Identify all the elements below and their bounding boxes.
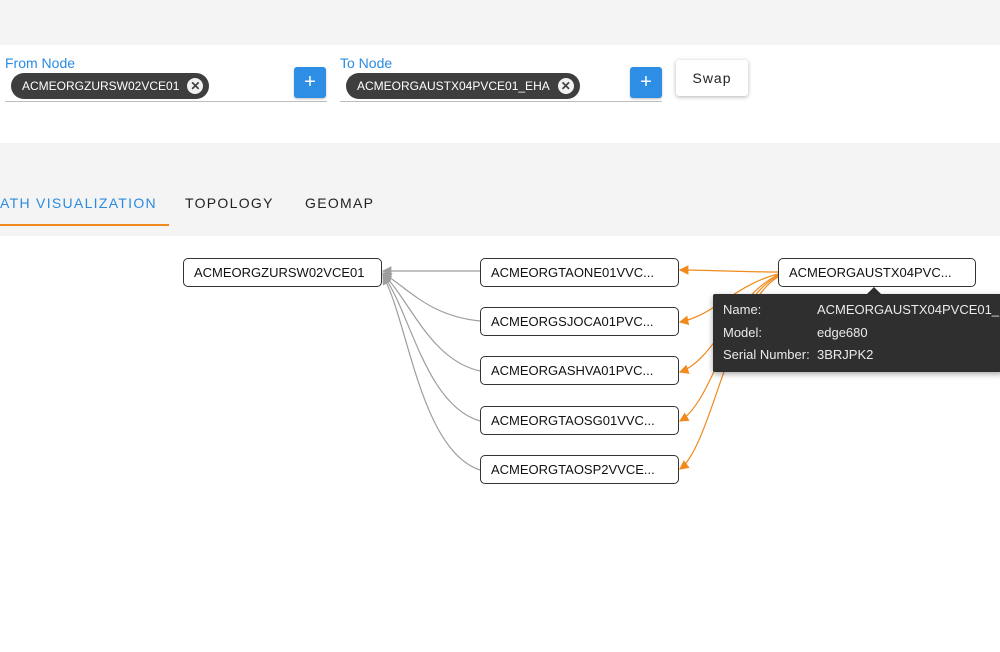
tooltip-model-value: edge680	[817, 325, 868, 340]
tooltip-model-key: Model:	[723, 325, 763, 340]
edge-hop3-to-source	[382, 273, 481, 372]
graph-node-target[interactable]: ACMEORGAUSTX04PVC...	[778, 258, 976, 287]
graph-node-hop-1[interactable]: ACMEORGTAONE01VVC...	[480, 258, 679, 287]
tooltip-name-key: Name:	[723, 302, 762, 317]
graph-node-hop-2[interactable]: ACMEORGSJOCA01PVC...	[480, 307, 679, 336]
edge-target-to-hop1	[678, 265, 779, 275]
tooltip-name-value: ACMEORGAUSTX04PVCE01_	[817, 302, 1000, 317]
graph-node-hop-5[interactable]: ACMEORGTAOSP2VVCE...	[480, 455, 679, 484]
graph-node-hop-4[interactable]: ACMEORGTAOSG01VVC...	[480, 406, 679, 435]
graph-node-hop-3[interactable]: ACMEORGASHVA01PVC...	[480, 356, 679, 385]
tooltip-serial-key: Serial Number:	[723, 347, 810, 362]
edge-hop5-to-source	[382, 274, 481, 471]
tooltip-pointer	[867, 287, 881, 294]
edge-hop4-to-source	[382, 274, 481, 422]
node-details-tooltip: Name: ACMEORGAUSTX04PVCE01_ Model: edge6…	[713, 294, 1000, 372]
graph-node-source[interactable]: ACMEORGZURSW02VCE01	[183, 258, 382, 287]
tooltip-serial-value: 3BRJPK2	[817, 347, 874, 362]
